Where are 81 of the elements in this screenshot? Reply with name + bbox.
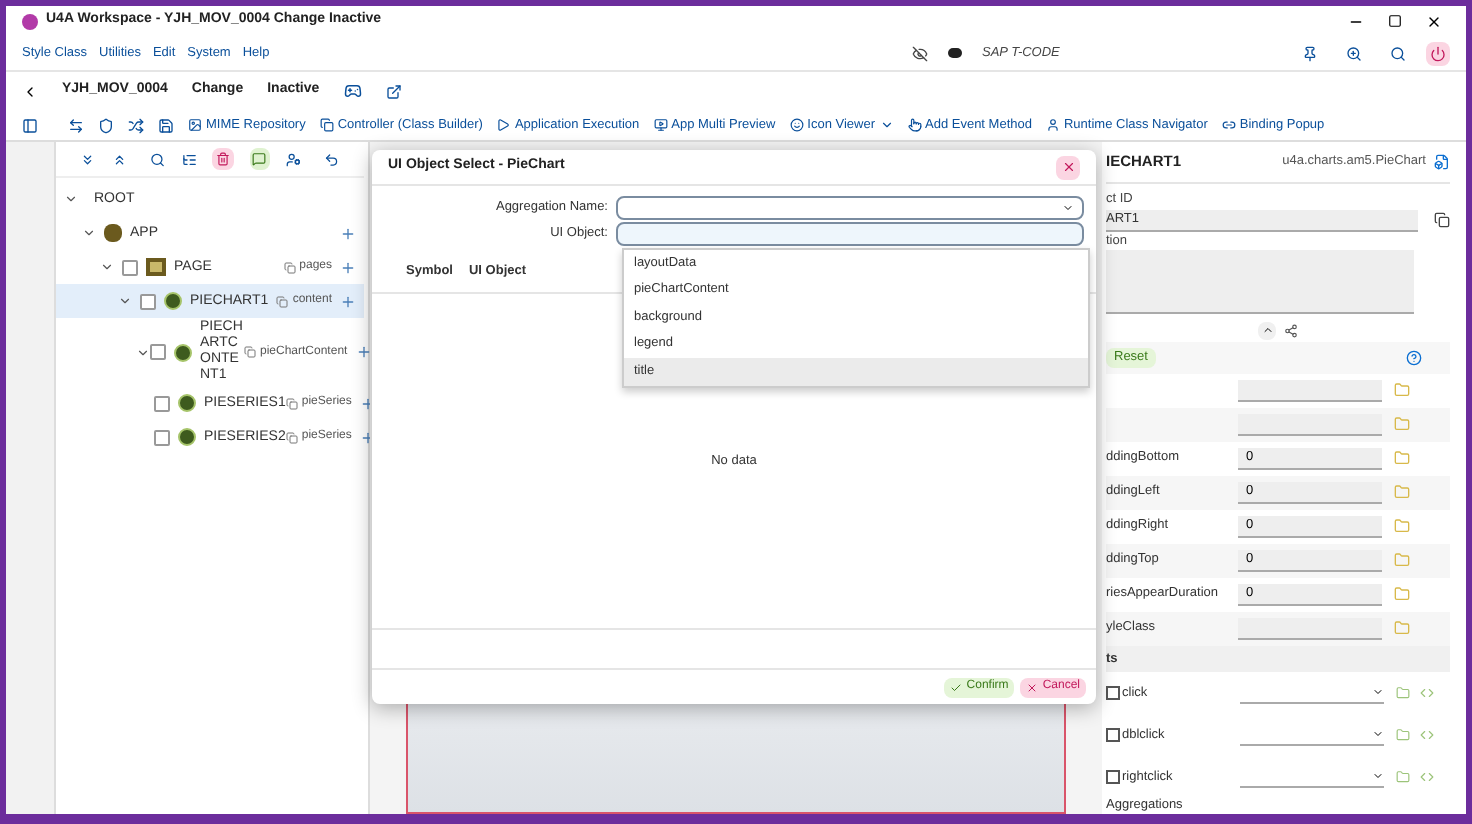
checkbox[interactable] xyxy=(140,293,156,309)
expand-icon[interactable] xyxy=(100,260,114,274)
caret-icon xyxy=(1372,769,1384,782)
copy-icon xyxy=(283,261,296,273)
back-icon[interactable] xyxy=(22,83,38,99)
add-icon[interactable] xyxy=(340,293,356,309)
user-settings-icon[interactable] xyxy=(285,151,301,167)
user-icon xyxy=(1045,118,1060,132)
hidden-eye-icon[interactable] xyxy=(912,45,928,61)
comment-button[interactable] xyxy=(249,148,270,170)
pointer-icon xyxy=(907,118,921,132)
checkbox[interactable] xyxy=(1106,769,1120,784)
chart-icon xyxy=(164,292,182,310)
pin-icon[interactable] xyxy=(1302,45,1318,61)
add-icon[interactable] xyxy=(355,344,372,360)
power-button[interactable] xyxy=(1426,41,1450,65)
close-icon xyxy=(1026,681,1039,693)
ui-object-field[interactable] xyxy=(616,222,1084,246)
caret-icon[interactable] xyxy=(879,118,893,132)
help-icon[interactable] xyxy=(1406,349,1422,366)
shield-icon[interactable] xyxy=(98,117,114,133)
monitor-icon xyxy=(653,118,668,132)
close-icon xyxy=(1061,160,1075,174)
smiley-icon xyxy=(789,118,804,132)
collapse-all-icon[interactable] xyxy=(111,151,127,167)
close-icon[interactable] xyxy=(1426,13,1442,29)
caret-icon xyxy=(1372,685,1384,698)
copy-icon[interactable] xyxy=(1434,212,1450,229)
checkbox[interactable] xyxy=(154,395,170,411)
save-icon[interactable] xyxy=(158,117,174,133)
expand-icon[interactable] xyxy=(118,294,132,308)
image-icon xyxy=(188,118,202,132)
check-icon xyxy=(950,681,963,693)
copy-icon xyxy=(244,346,256,358)
checkbox[interactable] xyxy=(1106,685,1120,700)
property-field[interactable] xyxy=(1238,413,1382,436)
expand-icon[interactable] xyxy=(64,192,78,206)
expand-icon[interactable] xyxy=(82,226,96,240)
undo-icon[interactable] xyxy=(324,151,341,167)
expand-all-icon[interactable] xyxy=(80,151,96,167)
property-field[interactable] xyxy=(1238,379,1382,402)
copy-icon xyxy=(276,295,289,307)
delete-button[interactable] xyxy=(212,148,234,170)
shuffle-icon[interactable] xyxy=(128,117,144,133)
copy-icon xyxy=(285,397,298,409)
app-icon xyxy=(104,224,122,242)
gamepad-icon[interactable] xyxy=(343,82,362,100)
property-field[interactable] xyxy=(1238,617,1382,640)
checkbox[interactable] xyxy=(154,429,170,445)
checkbox[interactable] xyxy=(150,344,166,360)
copy-icon xyxy=(319,118,334,132)
aggregation-select[interactable] xyxy=(616,196,1084,220)
collapse-button[interactable] xyxy=(1258,321,1276,340)
copy-icon xyxy=(285,431,298,443)
description-field[interactable] xyxy=(1106,250,1414,315)
search-icon[interactable] xyxy=(1390,45,1406,61)
panel-icon[interactable] xyxy=(22,117,38,133)
arrows-icon[interactable] xyxy=(68,117,84,133)
maximize-icon[interactable] xyxy=(1388,14,1402,28)
add-icon[interactable] xyxy=(359,395,376,411)
close-button[interactable] xyxy=(1056,155,1080,179)
checkbox[interactable] xyxy=(1106,727,1120,742)
chart-icon xyxy=(174,343,192,361)
list-icon[interactable] xyxy=(181,151,197,167)
app-logo-icon xyxy=(22,13,38,29)
caret-icon xyxy=(1062,202,1074,214)
zoom-in-icon[interactable] xyxy=(1346,45,1362,61)
link-icon xyxy=(1221,118,1236,132)
expand-icon[interactable] xyxy=(136,345,150,359)
checkbox[interactable] xyxy=(122,259,138,275)
class-icon[interactable] xyxy=(1434,153,1450,170)
share-icon[interactable] xyxy=(1284,323,1298,338)
play-icon xyxy=(496,118,511,132)
search-icon[interactable] xyxy=(150,151,166,167)
add-icon[interactable] xyxy=(340,225,356,241)
caret-icon xyxy=(1372,727,1384,740)
page-icon xyxy=(146,258,166,276)
external-link-icon[interactable] xyxy=(385,83,402,99)
add-icon[interactable] xyxy=(359,429,376,445)
add-icon[interactable] xyxy=(340,259,356,275)
caret-icon xyxy=(1261,324,1273,337)
